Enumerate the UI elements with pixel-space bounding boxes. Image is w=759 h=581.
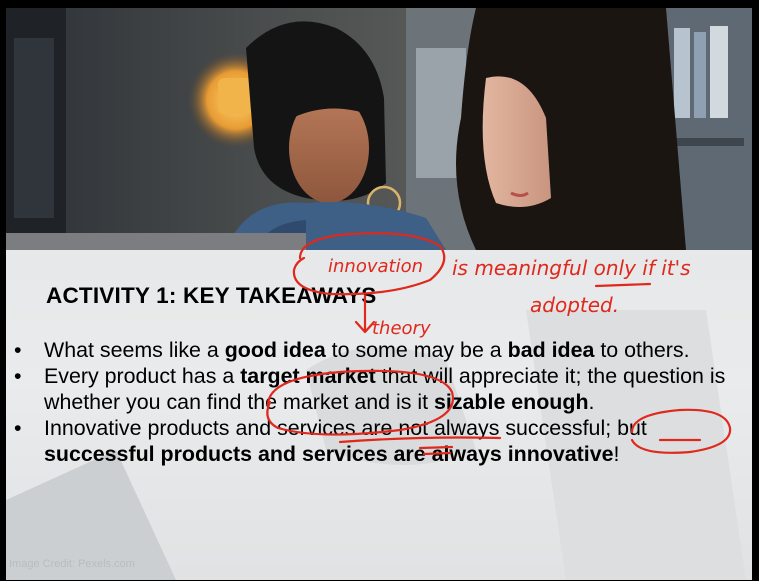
takeaway-text: to some may be a xyxy=(325,338,508,362)
emphasis-text: good idea xyxy=(224,338,326,362)
takeaway-text: Every product has a xyxy=(44,364,241,388)
takeaway-item: Every product has a target market that w… xyxy=(14,363,744,415)
presentation-slide: ACTIVITY 1: KEY TAKEAWAYS What seems lik… xyxy=(0,0,759,581)
emphasis-text: sizable enough xyxy=(434,390,589,414)
slide-photo xyxy=(6,8,752,250)
takeaway-item: What seems like a good idea to some may … xyxy=(14,337,744,363)
takeaway-item: Innovative products and services are not… xyxy=(14,415,744,467)
takeaway-text: to others. xyxy=(594,338,690,362)
emphasis-text: target market xyxy=(240,364,376,388)
emphasis-text: successful products and services are alw… xyxy=(44,442,614,466)
slide-title: ACTIVITY 1: KEY TAKEAWAYS xyxy=(46,283,377,308)
image-credit: Image Credit: Pexels.com xyxy=(9,558,135,570)
takeaways-list: What seems like a good idea to some may … xyxy=(14,337,744,467)
takeaway-text: What seems like a xyxy=(44,338,225,362)
emphasis-text: bad idea xyxy=(507,338,595,362)
takeaway-text: . xyxy=(588,390,595,414)
takeaway-text: Innovative products and services are not… xyxy=(44,416,647,440)
takeaway-text: ! xyxy=(613,442,620,466)
